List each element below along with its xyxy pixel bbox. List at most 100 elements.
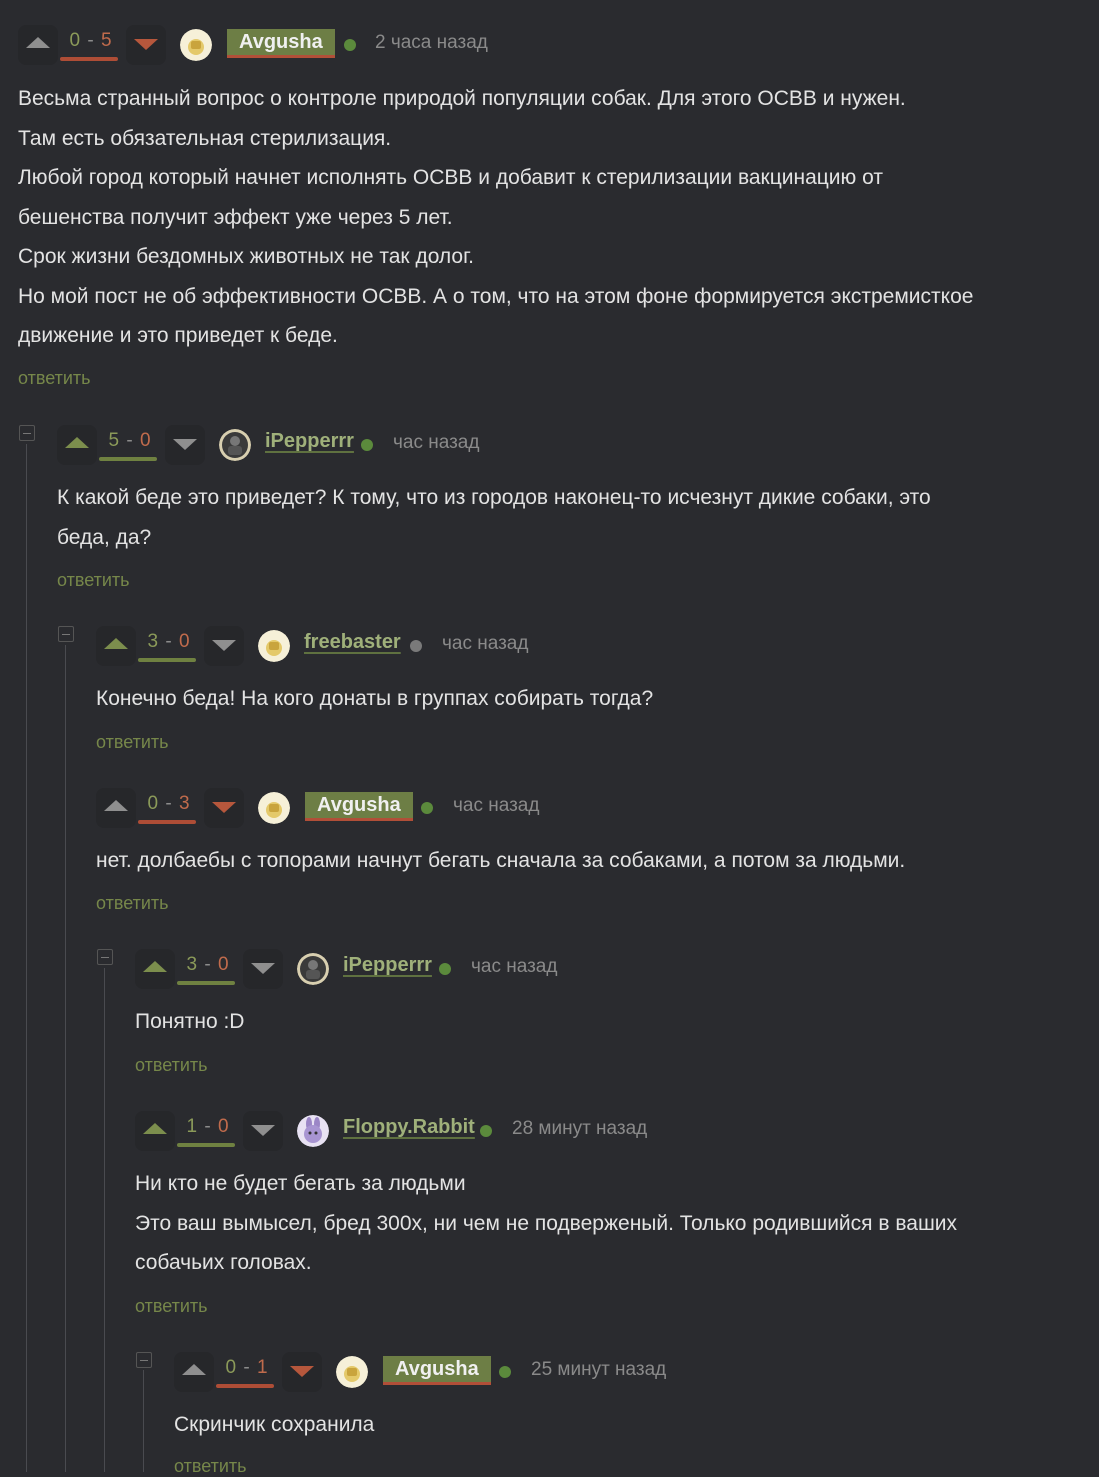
upvote-button[interactable] <box>18 25 58 65</box>
comment-body: Конечно беда! На кого донаты в группах с… <box>96 679 1099 719</box>
rating-score: 0 - 5 <box>69 30 113 51</box>
avatar[interactable] <box>258 630 290 662</box>
rating-bar <box>138 820 196 824</box>
timestamp: час назад <box>442 633 529 654</box>
timestamp: час назад <box>393 432 480 453</box>
rating-score: 3 - 0 <box>186 954 230 975</box>
comment-line: бешенства получит эффект уже через 5 лет… <box>18 205 453 229</box>
reply-link[interactable]: ответить <box>174 1456 247 1477</box>
thread-line <box>65 645 66 1472</box>
rating-bar <box>216 1384 274 1388</box>
comment-body: Понятно :D <box>135 1002 1099 1042</box>
username[interactable]: Avgusha <box>305 792 413 821</box>
comment-line: Но мой пост не об эффективности ОСВВ. А … <box>18 284 974 308</box>
comment-body: Скринчик сохранила <box>174 1405 1099 1445</box>
avatar[interactable] <box>180 29 212 61</box>
arrow-up-icon <box>143 1123 167 1134</box>
comment-body: Ни кто не будет бегать за людьми Это ваш… <box>135 1164 1099 1283</box>
online-indicator <box>344 39 356 51</box>
avatar[interactable] <box>258 792 290 824</box>
collapse-thread-button[interactable] <box>58 626 74 642</box>
arrow-down-icon <box>251 1125 275 1136</box>
reply-link[interactable]: ответить <box>57 570 130 591</box>
upvote-button[interactable] <box>96 626 136 666</box>
avatar[interactable] <box>336 1356 368 1388</box>
downvote-button[interactable] <box>204 788 244 828</box>
username[interactable]: Floppy.Rabbit <box>343 1116 475 1139</box>
thread-line <box>26 444 27 1472</box>
comment-line: Там есть обязательная стерилизация. <box>18 126 392 150</box>
rating-bar <box>60 57 118 61</box>
collapse-thread-button[interactable] <box>97 949 113 965</box>
arrow-down-icon <box>212 802 236 813</box>
comment-line: собачьих головах. <box>135 1251 312 1274</box>
timestamp: 28 минут назад <box>512 1118 648 1139</box>
arrow-down-icon <box>290 1366 314 1377</box>
downvote-button[interactable] <box>243 949 283 989</box>
timestamp: час назад <box>471 956 558 977</box>
username[interactable]: Avgusha <box>383 1356 491 1385</box>
upvote-button[interactable] <box>135 1111 175 1151</box>
comment-line: нет. долбаебы с топорами начнут бегать с… <box>96 849 906 872</box>
rating-bar <box>138 658 196 662</box>
online-indicator <box>410 640 422 652</box>
reply-link[interactable]: ответить <box>135 1296 208 1317</box>
upvote-button[interactable] <box>174 1352 214 1392</box>
reply-link[interactable]: ответить <box>135 1055 208 1076</box>
downvote-button[interactable] <box>126 25 166 65</box>
online-indicator <box>439 963 451 975</box>
rating-score: 1 - 0 <box>186 1116 230 1137</box>
upvote-button[interactable] <box>135 949 175 989</box>
online-indicator <box>499 1366 511 1378</box>
arrow-up-icon <box>104 800 128 811</box>
timestamp: 25 минут назад <box>531 1359 667 1380</box>
comment-line: К какой беде это приведет? К тому, что и… <box>57 486 931 509</box>
rating-score: 0 - 1 <box>225 1357 269 1378</box>
downvote-button[interactable] <box>165 425 205 465</box>
collapse-thread-button[interactable] <box>19 425 35 441</box>
rating-score: 0 - 3 <box>147 793 191 814</box>
rating-score: 3 - 0 <box>147 631 191 652</box>
online-indicator <box>421 802 433 814</box>
reply-link[interactable]: ответить <box>96 732 169 753</box>
reply-link[interactable]: ответить <box>18 368 91 389</box>
username[interactable]: freebaster <box>304 631 401 654</box>
comment-line: Конечно беда! На кого донаты в группах с… <box>96 687 654 710</box>
online-indicator <box>361 439 373 451</box>
arrow-down-icon <box>212 640 236 651</box>
downvote-button[interactable] <box>243 1111 283 1151</box>
rating-bar <box>177 1143 235 1147</box>
online-indicator <box>480 1125 492 1137</box>
comment-line: Скринчик сохранила <box>174 1413 375 1436</box>
timestamp: 2 часа назад <box>375 32 488 53</box>
comment-line: Любой город который начнет исполнять ОСВ… <box>18 166 883 189</box>
comment-body: Весьма странный вопрос о контроле природ… <box>18 79 1078 356</box>
downvote-button[interactable] <box>204 626 244 666</box>
reply-link[interactable]: ответить <box>96 893 169 914</box>
thread-line <box>104 968 105 1472</box>
upvote-button[interactable] <box>57 425 97 465</box>
comment-body: К какой беде это приведет? К тому, что и… <box>57 478 1099 557</box>
upvote-button[interactable] <box>96 788 136 828</box>
comment-line: Это ваш вымысел, бред 300х, ни чем не по… <box>135 1211 958 1235</box>
comment-body: нет. долбаебы с топорами начнут бегать с… <box>96 841 1099 881</box>
comment-line: беда, да? <box>57 525 152 549</box>
username[interactable]: iPepperrr <box>265 430 354 453</box>
username[interactable]: Avgusha <box>227 29 335 58</box>
thread-line <box>143 1370 144 1472</box>
username[interactable]: iPepperrr <box>343 954 432 977</box>
arrow-up-icon <box>182 1364 206 1375</box>
comment-line: Понятно :D <box>135 1010 245 1033</box>
avatar[interactable] <box>297 953 329 985</box>
avatar[interactable] <box>219 429 251 461</box>
comment-line: движение и это приведет к беде. <box>18 324 338 347</box>
comment-line: Весьма странный вопрос о контроле природ… <box>18 87 906 110</box>
comment-line: Ни кто не будет бегать за людьми <box>135 1172 466 1195</box>
downvote-button[interactable] <box>282 1352 322 1392</box>
timestamp: час назад <box>453 795 540 816</box>
arrow-up-icon <box>104 638 128 649</box>
arrow-down-icon <box>251 963 275 974</box>
arrow-up-icon <box>26 37 50 48</box>
collapse-thread-button[interactable] <box>136 1352 152 1368</box>
avatar[interactable] <box>297 1115 329 1147</box>
